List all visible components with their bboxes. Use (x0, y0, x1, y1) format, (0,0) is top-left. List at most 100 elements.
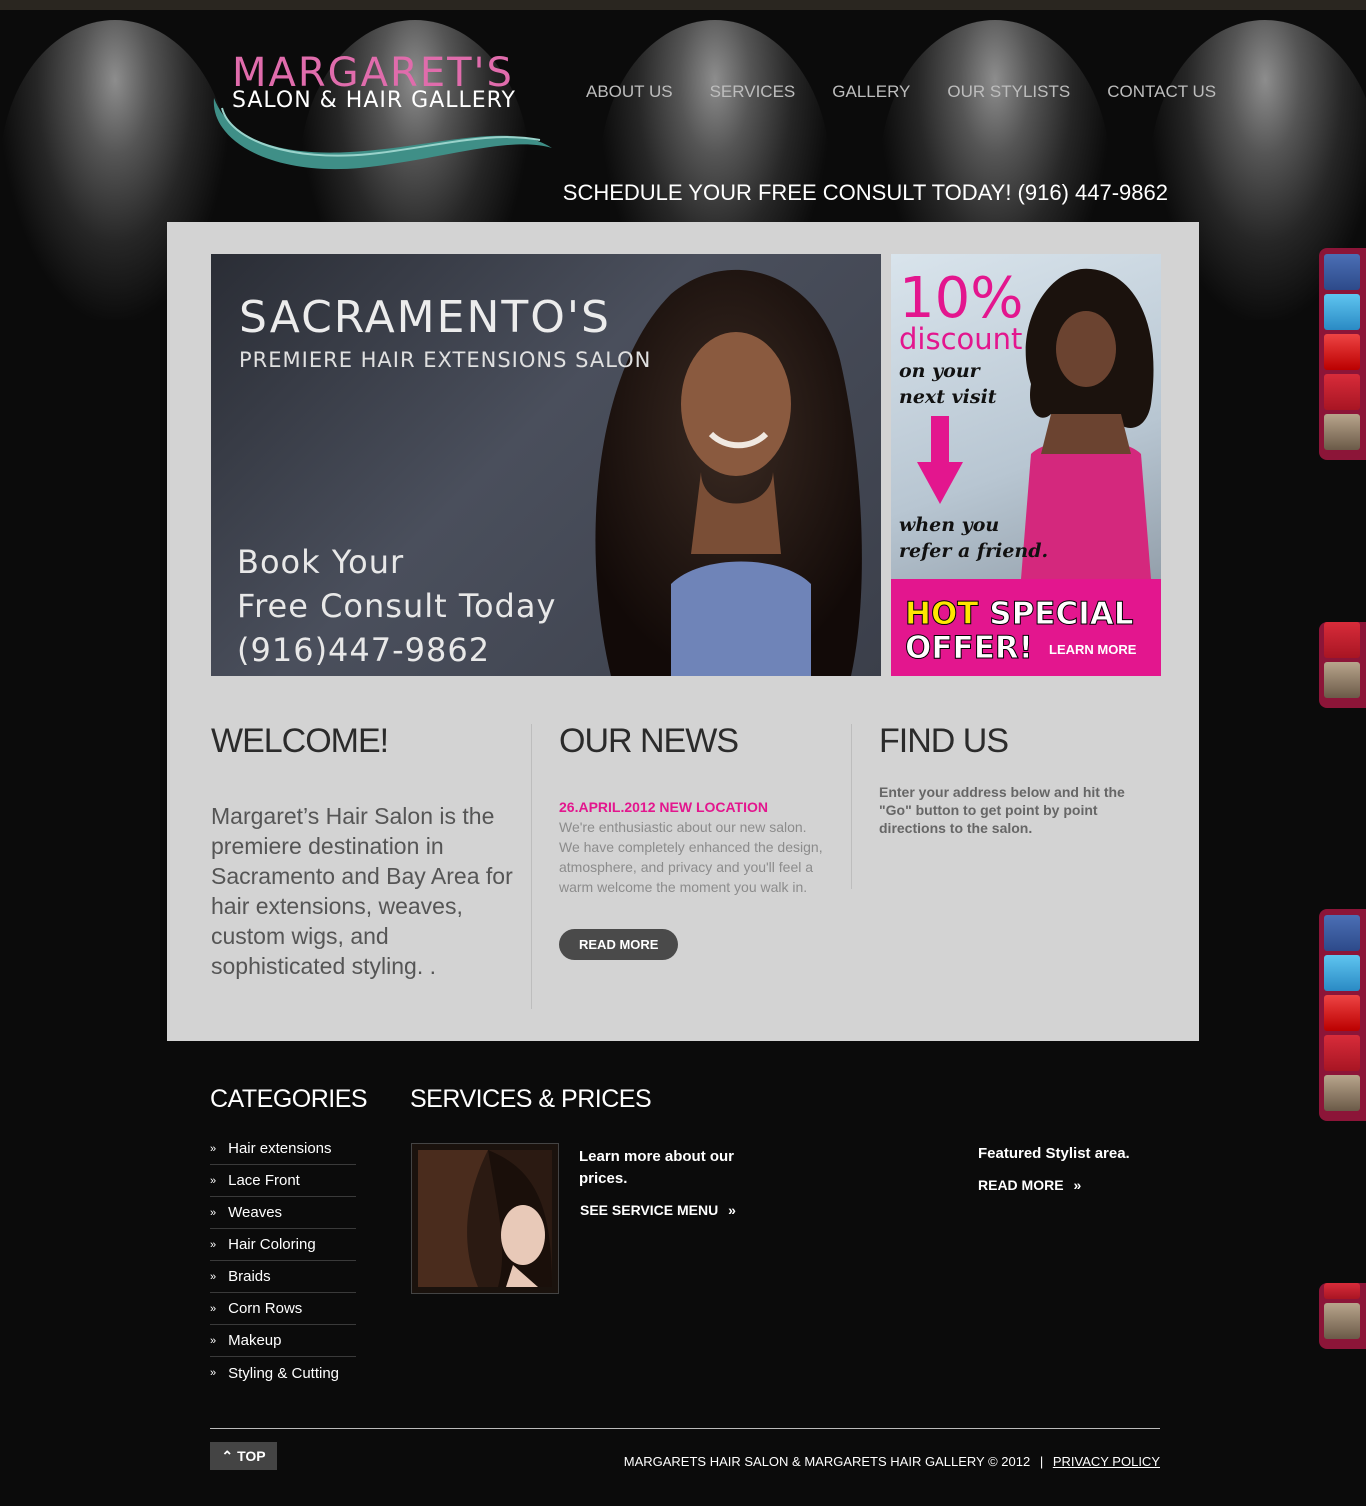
logo[interactable]: MARGARET'S SALON & HAIR GALLERY (210, 50, 560, 180)
services-heading: SERVICES & PRICES (410, 1085, 652, 1113)
double-chevron-icon: » (210, 1238, 217, 1251)
news-body: We're enthusiastic about our new salon. … (559, 819, 823, 895)
nav-services[interactable]: SERVICES (710, 82, 796, 102)
category-item[interactable]: » Braids (210, 1261, 356, 1293)
special-word: SPECIAL (989, 596, 1134, 632)
pinterest-icon[interactable] (1324, 622, 1360, 658)
double-chevron-icon: » (210, 1142, 217, 1155)
nav-contact-us[interactable]: CONTACT US (1107, 82, 1216, 102)
promo-next-visit: on your next visit (899, 358, 997, 410)
double-chevron-icon: » (210, 1174, 217, 1187)
promo-banner[interactable]: 10% discount on your next visit when you… (891, 254, 1161, 676)
nav-about-us[interactable]: ABOUT US (586, 82, 673, 102)
hero-title: SACRAMENTO'S (239, 292, 611, 343)
featured-read-more-link[interactable]: READ MORE » (978, 1177, 1081, 1193)
featured-read-more-label: READ MORE (978, 1177, 1064, 1193)
privacy-policy-link[interactable]: PRIVACY POLICY (1053, 1454, 1160, 1469)
category-item[interactable]: » Hair Coloring (210, 1229, 356, 1261)
hero-book-phone: (916)447-9862 (237, 631, 491, 669)
hero-subtitle: PREMIERE HAIR EXTENSIONS SALON (239, 348, 652, 372)
copyright: MARGARETS HAIR SALON & MARGARETS HAIR GA… (624, 1454, 1160, 1469)
nav-gallery[interactable]: GALLERY (832, 82, 910, 102)
welcome-heading: WELCOME! (211, 722, 389, 760)
facebook-icon[interactable] (1324, 915, 1360, 951)
instagram-icon[interactable] (1324, 1303, 1360, 1339)
category-label: Makeup (228, 1332, 282, 1349)
double-chevron-icon: » (210, 1206, 217, 1219)
hero-slider[interactable]: SACRAMENTO'S PREMIERE HAIR EXTENSIONS SA… (211, 254, 881, 676)
news-read-more-button[interactable]: READ MORE (559, 929, 679, 960)
category-item[interactable]: » Weaves (210, 1197, 356, 1229)
category-label: Braids (228, 1268, 271, 1285)
services-thumbnail[interactable] (411, 1143, 559, 1294)
find-us-text: Enter your address below and hit the "Go… (879, 784, 1125, 836)
find-us-heading: FIND US (879, 722, 1009, 760)
news-date-title[interactable]: 26.APRIL.2012 NEW LOCATION (559, 799, 829, 815)
facebook-icon[interactable] (1324, 254, 1360, 290)
model-hair-image (418, 1150, 552, 1287)
category-label: Styling & Cutting (228, 1364, 340, 1382)
hot-word: HOT (904, 596, 979, 632)
category-item[interactable]: » Corn Rows (210, 1293, 356, 1325)
category-label: Corn Rows (228, 1300, 303, 1317)
category-label: Hair extensions (228, 1140, 332, 1157)
instagram-icon[interactable] (1324, 414, 1360, 450)
category-item[interactable]: » Lace Front (210, 1165, 356, 1197)
top-label: TOP (237, 1448, 266, 1464)
down-arrow-icon (917, 416, 963, 504)
promo-learn-more[interactable]: LEARN MORE (1049, 642, 1136, 657)
hot-special-offer[interactable]: HOT SPECIAL OFFER! LEARN MORE (891, 579, 1161, 676)
welcome-section: WELCOME! Margaret’s Hair Salon is the pr… (211, 722, 516, 981)
welcome-text: Margaret’s Hair Salon is the premiere de… (211, 803, 513, 979)
pinterest-icon[interactable] (1324, 1035, 1360, 1071)
instagram-icon[interactable] (1324, 662, 1360, 698)
double-chevron-up-icon: ⌃ (221, 1447, 234, 1464)
pinterest-icon[interactable] (1324, 1283, 1360, 1299)
copyright-text: MARGARETS HAIR SALON & MARGARETS HAIR GA… (623, 1454, 1031, 1469)
youtube-icon[interactable] (1324, 995, 1360, 1031)
top-bar (0, 0, 1366, 10)
category-item[interactable]: » Hair extensions (210, 1133, 356, 1165)
hero-book-text: Book Your Free Consult Today (916)447-98… (237, 540, 556, 672)
main-panel: SACRAMENTO'S PREMIERE HAIR EXTENSIONS SA… (167, 222, 1199, 1041)
see-service-menu-link[interactable]: SEE SERVICE MENU » (580, 1202, 736, 1218)
promo-refer-line1: when you (899, 514, 1000, 536)
nav-our-stylists[interactable]: OUR STYLISTS (947, 82, 1070, 102)
categories-heading: CATEGORIES (210, 1085, 368, 1113)
category-label: Hair Coloring (228, 1236, 316, 1253)
double-chevron-right-icon: » (728, 1202, 736, 1218)
youtube-icon[interactable] (1324, 334, 1360, 370)
main-nav: ABOUT US SERVICES GALLERY OUR STYLISTS C… (586, 82, 1253, 102)
services-text: Learn more about our prices. (579, 1148, 735, 1187)
pinterest-icon[interactable] (1324, 374, 1360, 410)
social-bar (1319, 248, 1366, 460)
double-chevron-icon: » (210, 1367, 217, 1379)
twitter-icon[interactable] (1324, 294, 1360, 330)
promo-next-line1: on your (899, 360, 980, 382)
logo-subtitle: SALON & HAIR GALLERY (232, 88, 516, 113)
hero-book-line2: Free Consult Today (237, 587, 557, 625)
category-item[interactable]: » Styling & Cutting (210, 1357, 356, 1389)
category-label: Weaves (228, 1204, 283, 1221)
back-to-top-button[interactable]: ⌃ TOP (210, 1442, 277, 1470)
instagram-icon[interactable] (1324, 1075, 1360, 1111)
column-divider (851, 724, 852, 889)
column-divider (531, 724, 532, 1009)
social-bar (1319, 909, 1366, 1121)
promo-next-line2: next visit (899, 386, 997, 408)
double-chevron-icon: » (210, 1302, 217, 1315)
offer-word: OFFER! (905, 630, 1034, 666)
category-label: Lace Front (228, 1172, 300, 1189)
find-us-section: FIND US Enter your address below and hit… (879, 722, 1159, 837)
twitter-icon[interactable] (1324, 955, 1360, 991)
hero-book-line1: Book Your (237, 543, 405, 581)
featured-stylist-text: Featured Stylist area. (978, 1145, 1130, 1162)
social-bar-partial (1319, 1283, 1366, 1349)
categories-list: » Hair extensions » Lace Front » Weaves » Ha… (210, 1133, 356, 1389)
see-service-menu-label: SEE SERVICE MENU (580, 1202, 719, 1218)
social-bar-partial (1319, 622, 1366, 708)
footer-divider (210, 1428, 1160, 1429)
news-section: OUR NEWS 26.APRIL.2012 NEW LOCATION We'r… (559, 722, 829, 960)
category-item[interactable]: » Makeup (210, 1325, 356, 1357)
promo-refer-line2: refer a friend. (899, 540, 1049, 562)
